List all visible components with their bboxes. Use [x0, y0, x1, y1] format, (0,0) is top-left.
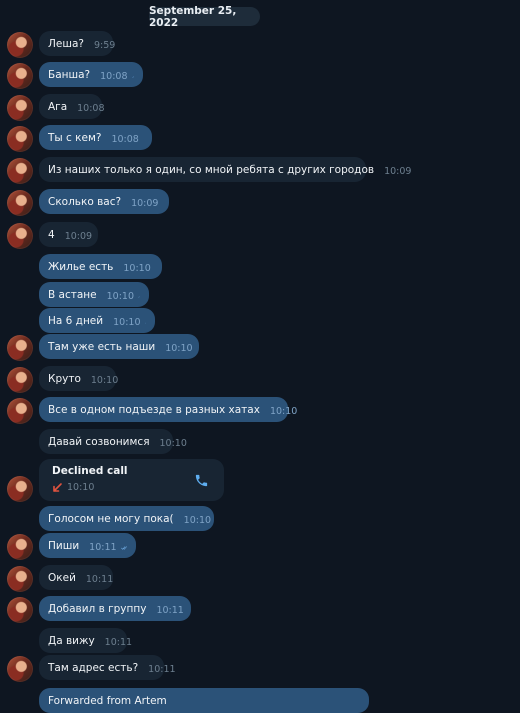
message-text: Из наших только я один, со мной ребята с…: [48, 164, 374, 176]
avatar[interactable]: [7, 95, 33, 121]
avatar[interactable]: [7, 476, 33, 502]
message-text: Леша?: [48, 38, 84, 50]
message-bubble[interactable]: Да вижу10:11: [39, 628, 127, 653]
message-bubble[interactable]: Там адрес есть?10:11: [39, 655, 164, 680]
message-time: 10:08: [77, 99, 104, 114]
message-bubble[interactable]: Окей 10:11: [39, 565, 113, 590]
message-bubble[interactable]: Сколько вас? 10:09: [39, 189, 169, 214]
avatar[interactable]: [7, 63, 33, 89]
message-time: 10:11: [148, 660, 175, 675]
message-bubble[interactable]: Банша? 10:08: [39, 62, 143, 87]
avatar[interactable]: [7, 126, 33, 152]
message-text: Пиши: [48, 540, 79, 552]
message-text: Там адрес есть?: [48, 662, 138, 674]
message-bubble[interactable]: Добавил в группу 10:11: [39, 596, 191, 621]
message-time: 10:10: [113, 313, 140, 328]
message-bubble[interactable]: Голосом не могу пока( 10:10: [39, 506, 214, 531]
message-time: 10:09: [65, 227, 92, 242]
message-text: Окей: [48, 572, 76, 584]
avatar[interactable]: [7, 223, 33, 249]
call-time: 10:10: [67, 482, 94, 493]
message-bubble[interactable]: На 6 дней 10:10: [39, 308, 155, 333]
read-check-icon: [138, 289, 140, 301]
message-text: Давай созвонимся: [48, 436, 150, 448]
message-text: В астане: [48, 289, 97, 301]
message-bubble[interactable]: Пиши 10:11: [39, 533, 136, 558]
message-bubble[interactable]: Ага 10:08: [39, 94, 102, 119]
avatar[interactable]: [7, 597, 33, 623]
message-text: Добавил в группу: [48, 603, 146, 615]
message-time: 10:08: [100, 67, 127, 82]
message-text: Круто: [48, 373, 81, 385]
message-time: 10:08: [111, 130, 138, 145]
message-time: 10:10: [160, 434, 187, 449]
message-text: Голосом не могу пока(: [48, 513, 174, 525]
message-bubble[interactable]: Давай созвонимся10:10: [39, 429, 173, 454]
read-check-icon: [145, 315, 147, 327]
declined-call-card[interactable]: Declined call 10:10: [39, 459, 224, 501]
message-bubble[interactable]: Круто 10:10: [39, 366, 116, 391]
message-bubble[interactable]: Все в одном подъезде в разных хатах10:10: [39, 397, 288, 422]
message-text: Ага: [48, 101, 67, 113]
message-bubble[interactable]: В астане 10:10: [39, 282, 149, 307]
message-time: 10:09: [131, 194, 158, 209]
phone-icon[interactable]: [194, 473, 209, 488]
avatar[interactable]: [7, 534, 33, 560]
message-time: 10:11: [105, 633, 132, 648]
message-time: 10:11: [89, 538, 116, 553]
message-text: Банша?: [48, 69, 90, 81]
avatar[interactable]: [7, 190, 33, 216]
message-bubble[interactable]: Ты с кем? 10:08: [39, 125, 152, 150]
message-time: 10:10: [184, 511, 211, 526]
date-separator: September 25, 2022: [149, 7, 260, 26]
message-text: Ты с кем?: [48, 132, 101, 144]
message-bubble[interactable]: Леша? 9:59: [39, 31, 113, 56]
message-text: Жилье есть: [48, 261, 113, 273]
partial-message-bubble[interactable]: Forwarded from Artem: [39, 688, 369, 713]
message-text: 4: [48, 229, 55, 241]
message-bubble[interactable]: Из наших только я один, со мной ребята с…: [39, 157, 366, 182]
message-time: 10:11: [86, 570, 113, 585]
read-check-icon: [121, 540, 127, 552]
message-text: Forwarded from Artem: [48, 695, 167, 707]
message-text: Там уже есть наши: [48, 341, 155, 353]
message-time: 10:11: [156, 601, 183, 616]
message-time: 10:09: [384, 162, 411, 177]
message-time: 10:10: [270, 402, 297, 417]
avatar[interactable]: [7, 335, 33, 361]
avatar[interactable]: [7, 656, 33, 682]
message-bubble[interactable]: Жилье есть 10:10: [39, 254, 162, 279]
message-bubble[interactable]: 4 10:09: [39, 222, 98, 247]
message-time: 10:10: [165, 339, 192, 354]
avatar[interactable]: [7, 367, 33, 393]
avatar[interactable]: [7, 32, 33, 58]
message-text: Сколько вас?: [48, 196, 121, 208]
message-time: 9:59: [94, 36, 115, 51]
read-check-icon: [132, 69, 134, 81]
message-time: 10:10: [123, 259, 150, 274]
message-time: 10:10: [91, 371, 118, 386]
avatar[interactable]: [7, 158, 33, 184]
message-text: Все в одном подъезде в разных хатах: [48, 404, 260, 416]
message-text: Да вижу: [48, 635, 95, 647]
avatar[interactable]: [7, 566, 33, 592]
message-text: На 6 дней: [48, 315, 103, 327]
message-time: 10:10: [107, 287, 134, 302]
avatar[interactable]: [7, 398, 33, 424]
message-bubble[interactable]: Там уже есть наши 10:10: [39, 334, 199, 359]
missed-call-arrow-icon: [51, 482, 63, 494]
call-title: Declined call: [52, 465, 128, 477]
